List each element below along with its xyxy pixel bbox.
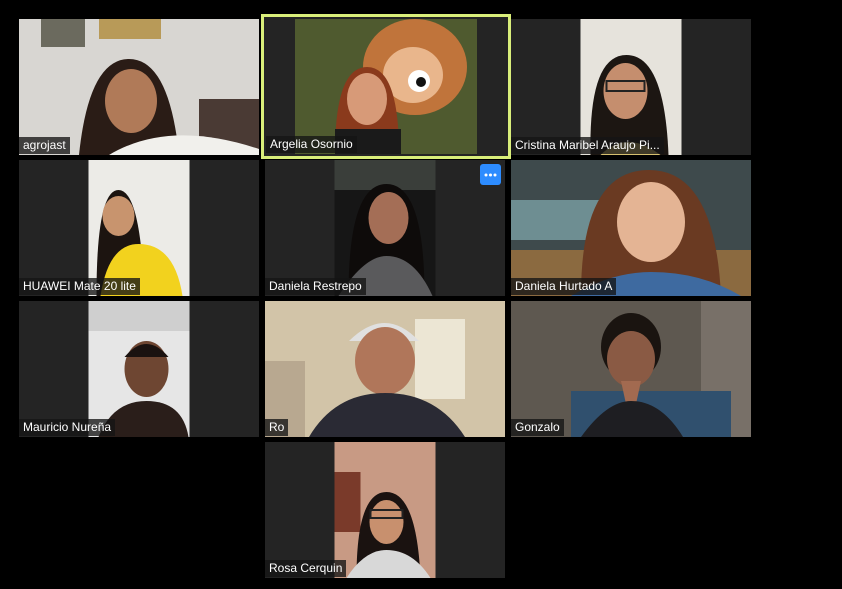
participant-tile-argelia-osornio[interactable]: Argelia Osornio	[261, 14, 511, 159]
more-options-button[interactable]	[480, 164, 501, 185]
video-feed	[88, 301, 190, 437]
video-feed	[580, 19, 682, 155]
participant-tile-rosa-cerquin[interactable]: Rosa Cerquin	[265, 442, 505, 578]
participant-tile-ro[interactable]: Ro	[265, 301, 505, 437]
participant-name: agrojast	[19, 137, 70, 154]
participant-tile-mauricio-nurena[interactable]: Mauricio Nureña	[19, 301, 259, 437]
participant-name: Cristina Maribel Araujo Pi...	[511, 137, 664, 154]
video-feed	[334, 442, 436, 578]
participant-name: Mauricio Nureña	[19, 419, 116, 436]
participant-tile-huawei-mate-20-lite[interactable]: HUAWEI Mate 20 lite	[19, 160, 259, 296]
participant-tile-cristina-maribel-araujo[interactable]: Cristina Maribel Araujo Pi...	[511, 19, 751, 155]
participant-name: Daniela Hurtado A	[511, 278, 617, 295]
video-feed	[265, 301, 505, 437]
participant-name: Gonzalo	[511, 419, 564, 436]
video-feed	[334, 160, 436, 296]
participant-name: Rosa Cerquin	[265, 560, 347, 577]
more-options-icon	[484, 173, 497, 176]
participant-tile-gonzalo[interactable]: Gonzalo	[511, 301, 751, 437]
video-feed	[295, 19, 477, 154]
video-feed	[511, 160, 751, 296]
video-feed	[511, 301, 751, 437]
participant-name: Argelia Osornio	[266, 136, 357, 153]
participant-tile-agrojast[interactable]: agrojast	[19, 19, 259, 155]
participant-tile-daniela-restrepo[interactable]: Daniela Restrepo	[265, 160, 505, 296]
participant-name: Ro	[265, 419, 289, 436]
video-feed	[19, 19, 259, 155]
participant-name: HUAWEI Mate 20 lite	[19, 278, 140, 295]
participant-name: Daniela Restrepo	[265, 278, 366, 295]
video-feed	[88, 160, 190, 296]
participant-tile-daniela-hurtado[interactable]: Daniela Hurtado A	[511, 160, 751, 296]
